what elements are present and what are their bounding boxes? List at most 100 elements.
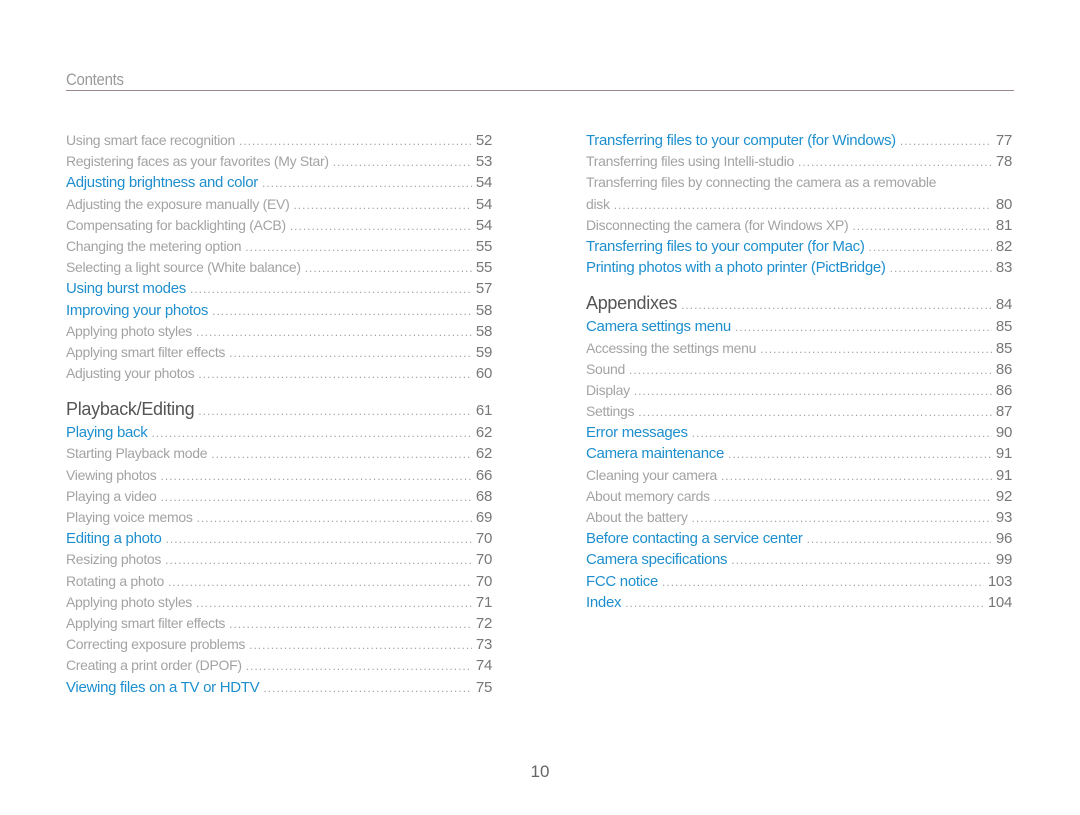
toc-subentry[interactable]: Cleaning your camera 91 [586, 465, 1012, 486]
toc-page-number: 70 [475, 551, 492, 569]
toc-entry-link[interactable]: Adjusting brightness and color 54 [66, 172, 492, 193]
toc-subentry[interactable]: Transferring files using Intelli-studio 7… [586, 151, 1012, 172]
toc-subentry[interactable]: Transferring files by connecting the cam… [586, 172, 1012, 193]
toc-entry-link[interactable]: Before contacting a service center 96 [586, 528, 1012, 549]
toc-page-number: 58 [475, 322, 492, 340]
toc-entry-link[interactable]: Camera maintenance 91 [586, 443, 1012, 464]
toc-entry-title: Adjusting brightness and color [66, 174, 258, 192]
toc-entry-title: Starting Playback mode [66, 445, 208, 462]
toc-entry-title: FCC notice [586, 572, 659, 590]
toc-left-column: Using smart face recognition 52 Registerin… [66, 130, 492, 698]
toc-subentry[interactable]: Display 86 [586, 380, 1012, 401]
toc-entry-link[interactable]: Editing a photo 70 [66, 528, 492, 549]
toc-subentry[interactable]: Compensating for backlighting (ACB) 54 [66, 215, 492, 236]
toc-entry-link[interactable]: Error messages 90 [586, 422, 1012, 443]
toc-entry-title: Improving your photos [66, 301, 209, 319]
toc-subentry[interactable]: Applying photo styles 58 [66, 321, 492, 342]
dot-leader [196, 322, 472, 343]
toc-entry-title: Applying smart filter effects [66, 343, 226, 360]
toc-entry-title: Adjusting the exposure manually (EV) [66, 195, 290, 212]
toc-page-number: 87 [995, 403, 1012, 421]
dot-leader [714, 487, 992, 508]
toc-page-number: 104 [987, 593, 1012, 611]
dot-leader [625, 593, 984, 614]
toc-entry-link[interactable]: Printing photos with a photo printer (Pi… [586, 257, 1012, 278]
dot-leader [249, 635, 472, 656]
toc-page-number: 54 [475, 195, 492, 213]
toc-entry-title: Changing the metering option [66, 237, 242, 254]
toc-entry-link[interactable]: Index 104 [586, 592, 1012, 613]
toc-subentry[interactable]: Changing the metering option 55 [66, 236, 492, 257]
dot-leader [161, 466, 472, 487]
toc-section-heading[interactable]: Appendixes 84 [586, 290, 1012, 316]
toc-page-number: 99 [995, 551, 1012, 569]
toc-subentry[interactable]: Adjusting the exposure manually (EV) 54 [66, 194, 492, 215]
toc-page-number: 73 [475, 636, 492, 654]
dot-leader [692, 508, 992, 529]
toc-entry-link[interactable]: Improving your photos 58 [66, 300, 492, 321]
toc-subentry[interactable]: Creating a print order (DPOF) 74 [66, 655, 492, 676]
toc-subentry[interactable]: Using smart face recognition 52 [66, 130, 492, 151]
toc-page-number: 86 [995, 381, 1012, 399]
toc-entry-title: Error messages [586, 424, 688, 442]
toc-entry-title: Printing photos with a photo printer (Pi… [586, 259, 886, 277]
toc-subentry[interactable]: Rotating a photo 70 [66, 571, 492, 592]
toc-right-column: Transferring files to your computer (for… [586, 130, 1012, 613]
dot-leader [165, 550, 472, 571]
toc-subentry[interactable]: Registering faces as your favorites (My … [66, 151, 492, 172]
toc-page-number: 60 [475, 365, 492, 383]
toc-entry-title: Sound [586, 360, 625, 377]
toc-subentry[interactable]: Disconnecting the camera (for Windows XP… [586, 215, 1012, 236]
dot-leader [245, 237, 472, 258]
toc-subentry[interactable]: Applying smart filter effects 59 [66, 342, 492, 363]
toc-entry-link[interactable]: Transferring files to your computer (for… [586, 130, 1012, 151]
toc-entry-link[interactable]: Transferring files to your computer (for… [586, 236, 1012, 257]
toc-section-heading[interactable]: Playback/Editing 61 [66, 396, 492, 422]
dot-leader [807, 529, 992, 550]
toc-subentry[interactable]: Viewing photos 66 [66, 465, 492, 486]
dot-leader [293, 195, 471, 216]
dot-leader [305, 258, 472, 279]
toc-subentry[interactable]: disk 80 [586, 194, 1012, 215]
toc-subentry[interactable]: Resizing photos 70 [66, 549, 492, 570]
toc-subentry[interactable]: Accessing the settings menu 85 [586, 338, 1012, 359]
toc-subentry[interactable]: Correcting exposure problems 73 [66, 634, 492, 655]
toc-subentry[interactable]: Selecting a light source (White balance)… [66, 257, 492, 278]
toc-entry-link[interactable]: Using burst modes 57 [66, 278, 492, 299]
toc-entry-title: Index [586, 593, 622, 611]
toc-subentry[interactable]: Playing a video 68 [66, 486, 492, 507]
toc-subentry[interactable]: Playing voice memos 69 [66, 507, 492, 528]
toc-entry-title: Editing a photo [66, 530, 162, 548]
toc-entry-link[interactable]: Playing back 62 [66, 422, 492, 443]
toc-page-number: 72 [475, 614, 492, 632]
toc-entry-title: About memory cards [586, 487, 710, 504]
toc-subentry[interactable]: Starting Playback mode 62 [66, 443, 492, 464]
toc-page-number: 85 [995, 339, 1012, 357]
toc-entry-title: Resizing photos [66, 551, 162, 568]
toc-entry-title: Playing back [66, 424, 148, 442]
toc-entry-link[interactable]: Viewing files on a TV or HDTV 75 [66, 677, 492, 698]
toc-entry-title: Accessing the settings menu [586, 339, 757, 356]
toc-entry-title: Selecting a light source (White balance) [66, 259, 301, 276]
toc-subentry[interactable]: Sound 86 [586, 359, 1012, 380]
toc-page-number: 53 [475, 153, 492, 171]
dot-leader [731, 550, 992, 571]
toc-page-number: 71 [475, 593, 492, 611]
toc-subentry[interactable]: Adjusting your photos 60 [66, 363, 492, 384]
toc-page-number: 58 [475, 301, 492, 319]
toc-subentry[interactable]: About memory cards 92 [586, 486, 1012, 507]
dot-leader [692, 423, 992, 444]
toc-entry-link[interactable]: Camera specifications 99 [586, 549, 1012, 570]
toc-subentry[interactable]: Applying smart filter effects 72 [66, 613, 492, 634]
toc-entry-title: Viewing files on a TV or HDTV [66, 678, 260, 696]
toc-entry-link[interactable]: FCC notice 103 [586, 571, 1012, 592]
toc-subentry[interactable]: About the battery 93 [586, 507, 1012, 528]
toc-subentry[interactable]: Applying photo styles 71 [66, 592, 492, 613]
toc-subentry[interactable]: Settings 87 [586, 401, 1012, 422]
toc-entry-link[interactable]: Camera settings menu 85 [586, 316, 1012, 337]
toc-page-number: 78 [995, 153, 1012, 171]
dot-leader [229, 343, 472, 364]
toc-entry-title: Before contacting a service center [586, 530, 803, 548]
toc-entry-title: Rotating a photo [66, 572, 164, 589]
dot-leader [798, 152, 992, 173]
